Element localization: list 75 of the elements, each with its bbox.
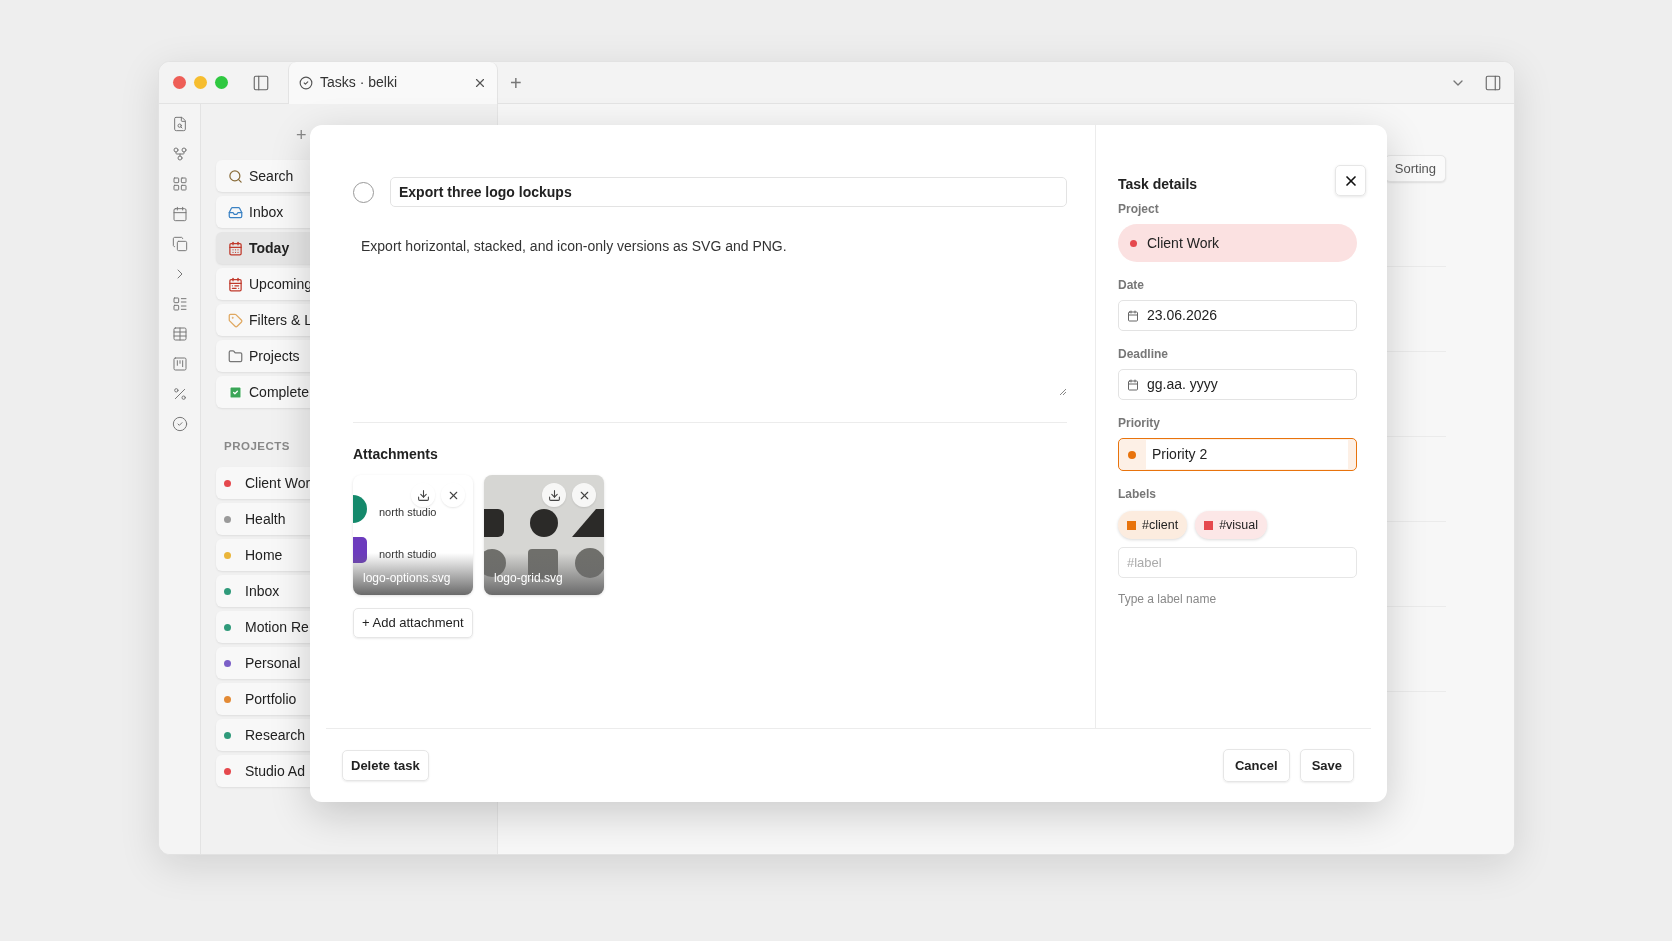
search-icon	[228, 168, 243, 184]
folder-icon	[228, 348, 243, 364]
file-search-icon[interactable]	[171, 116, 188, 132]
new-tab-button[interactable]: +	[510, 72, 522, 93]
panel-title: Task details	[1118, 175, 1198, 194]
copy-icon[interactable]	[171, 236, 188, 252]
check-circle-icon[interactable]	[171, 416, 188, 432]
calendar-icon	[228, 276, 243, 292]
project-name: Client Wor	[245, 473, 311, 493]
delete-task-button[interactable]: Delete task	[342, 750, 429, 781]
date-field[interactable]: 23.06.2026	[1118, 300, 1357, 331]
close-button[interactable]	[1335, 165, 1366, 196]
sorting-button[interactable]: Sorting	[1384, 155, 1446, 182]
attachment-thumbnail[interactable]: north studio north studio logo-options.svg	[353, 475, 473, 595]
remove-button[interactable]	[572, 483, 596, 507]
project-select[interactable]: Client Work	[1118, 224, 1357, 262]
add-attachment-button[interactable]: + Add attachment	[353, 608, 473, 638]
project-name: Portfolio	[245, 689, 297, 709]
inbox-icon	[228, 204, 243, 220]
calendar-icon	[1127, 309, 1139, 322]
tag-icon	[228, 312, 243, 328]
save-button[interactable]: Save	[1299, 749, 1354, 782]
checkbox-icon	[228, 384, 243, 400]
percent-icon[interactable]	[171, 386, 188, 402]
calendar-icon[interactable]	[171, 206, 188, 222]
download-button[interactable]	[411, 483, 435, 507]
browser-tab[interactable]: Tasks · belki	[288, 62, 498, 104]
table-icon[interactable]	[171, 326, 188, 342]
preview-text: north studio	[379, 547, 437, 562]
label-input-field[interactable]: #label	[1118, 547, 1357, 578]
complete-checkbox[interactable]	[353, 181, 374, 203]
remove-button[interactable]	[441, 483, 465, 507]
sidebar-toggle-icon[interactable]	[252, 73, 270, 92]
description-text: Export horizontal, stacked, and icon-only versions as SVG and PNG.	[361, 238, 787, 254]
maximize-window-button[interactable]	[215, 76, 228, 89]
project-name: Client Work	[1147, 233, 1220, 253]
panel-toggle-icon[interactable]	[1484, 73, 1502, 92]
project-name: Home	[245, 545, 283, 565]
list-icon[interactable]	[171, 296, 188, 312]
tab-title: Tasks · belki	[320, 73, 399, 92]
calendar-icon	[228, 240, 243, 256]
file-name: logo-options.svg	[363, 570, 451, 587]
label-chip[interactable]: #visual	[1195, 511, 1268, 539]
download-button[interactable]	[542, 483, 566, 507]
project-name: Studio Ad	[245, 761, 305, 781]
resize-handle-icon[interactable]	[1059, 388, 1067, 396]
branch-icon[interactable]	[171, 146, 188, 162]
deadline-field[interactable]: gg.aa. yyyy	[1118, 369, 1357, 400]
project-name: Motion Re	[245, 617, 309, 637]
project-name: Research	[245, 725, 305, 745]
board-icon[interactable]	[171, 356, 188, 372]
field-label: Project	[1118, 201, 1160, 218]
download-icon	[416, 488, 430, 502]
cancel-button[interactable]: Cancel	[1223, 749, 1290, 782]
grid-icon[interactable]	[171, 176, 188, 192]
description-field[interactable]: Export horizontal, stacked, and icon-only versions as SVG and PNG.	[353, 215, 1067, 400]
project-name: Health	[245, 509, 286, 529]
hint-text: Type a label name	[1118, 591, 1218, 608]
check-circle-icon	[299, 75, 313, 90]
project-name: Inbox	[245, 581, 280, 601]
section-heading: PROJECTS	[224, 439, 290, 454]
close-window-button[interactable]	[173, 76, 186, 89]
field-label: Labels	[1118, 486, 1157, 503]
download-icon	[547, 488, 561, 502]
task-title-field[interactable]: Export three logo lockups	[390, 177, 1067, 207]
field-label: Priority	[1118, 415, 1161, 432]
field-label: Deadline	[1118, 346, 1169, 363]
attachments-heading: Attachments	[353, 445, 439, 464]
field-label: Date	[1118, 277, 1145, 294]
preview-text: north studio	[379, 505, 437, 520]
project-name: Personal	[245, 653, 301, 673]
calendar-icon	[1127, 378, 1139, 391]
label-chip[interactable]: #client	[1118, 511, 1188, 539]
file-name: logo-grid.svg	[494, 570, 563, 587]
priority-select[interactable]: Priority 2	[1118, 438, 1357, 471]
